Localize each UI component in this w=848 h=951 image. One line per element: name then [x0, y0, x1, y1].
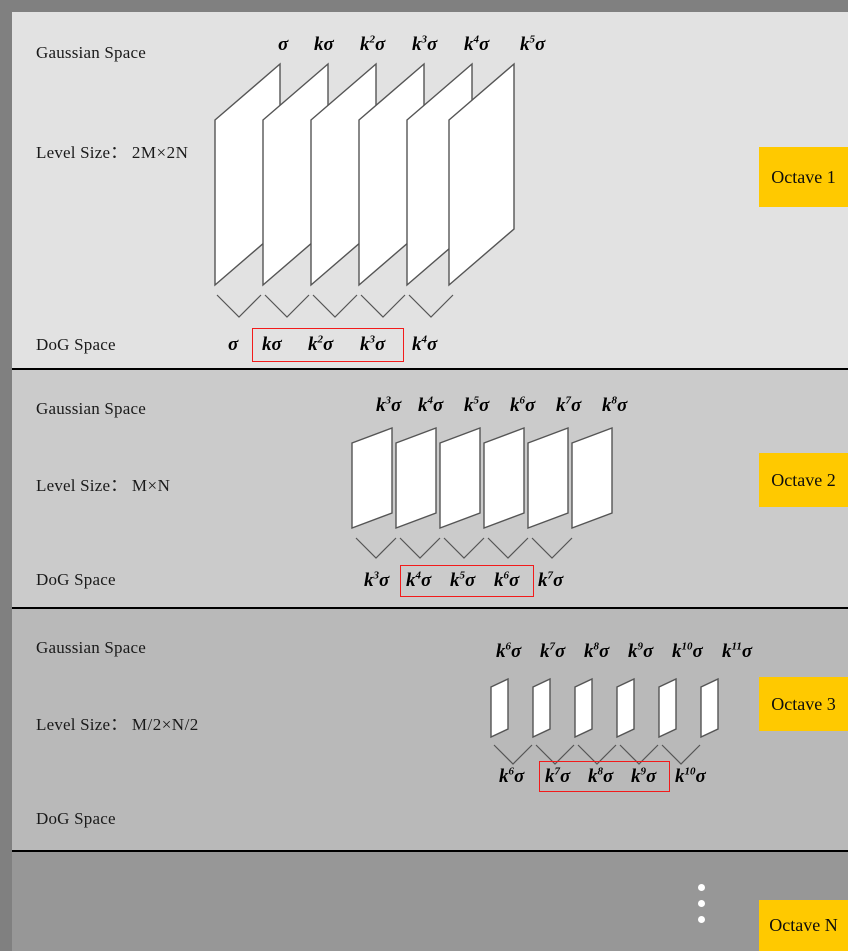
octave-2-gaussian-sigma-1: k4σ — [418, 394, 444, 416]
octave-2-dog-sigma-2: k5σ — [450, 569, 476, 591]
octave-3-tag[interactable]: Octave 3 — [759, 677, 848, 731]
octave-1-gaussian-sigma-5: k5σ — [520, 33, 546, 55]
octave-2-gaussian-sigma-3: k6σ — [510, 394, 536, 416]
octave-3-dog-sigma-1: k7σ — [545, 765, 571, 787]
octave-2-dog-sigma-1: k4σ — [406, 569, 432, 591]
octave-3-gaussian-sigma-5: k11σ — [722, 640, 753, 662]
octave-3-gaussian-space-label: Gaussian Space — [36, 638, 146, 657]
octave-1-dog-sigma-1: kσ — [262, 334, 282, 355]
octave-1-dog-sigma-3: k3σ — [360, 333, 386, 355]
octave-1-gaussian-sigma-2: k2σ — [360, 33, 386, 55]
octave-1-dog-sigma-0: σ — [228, 334, 239, 355]
level-size-prefix: Level Size： — [36, 715, 128, 734]
octave-3-level-size-label: Level Size： M/2×N/2 — [36, 710, 199, 735]
octave-3-dog-sigma-2: k8σ — [588, 765, 614, 787]
octave-1-gaussian-sigma-4: k4σ — [464, 33, 490, 55]
octave-1-level-size-value: 2M×2N — [131, 143, 189, 162]
octave-1-plane-stack — [214, 62, 515, 318]
octave-3-gaussian-sigma-1: k7σ — [540, 640, 566, 662]
octave-3-dog-space-label: DoG Space — [36, 809, 116, 828]
octave-1-gaussian-sigma-3: k3σ — [412, 33, 438, 55]
octave-3-dog-sigma-3: k9σ — [631, 765, 657, 787]
octave-1-band: Gaussian Space Level Size： 2M×2N DoG Spa… — [12, 12, 848, 370]
octave-1-level-size-label: Level Size： 2M×2N — [36, 138, 188, 163]
octave-3-dog-sigma-4: k10σ — [675, 765, 706, 787]
octave-n-band: Octave N — [12, 852, 848, 951]
octave-2-tag[interactable]: Octave 2 — [759, 453, 848, 507]
octave-3-dog-sigma-0: k6σ — [499, 765, 525, 787]
octave-2-gaussian-sigma-5: k8σ — [602, 394, 628, 416]
octave-2-level-size-label: Level Size： M×N — [36, 471, 170, 496]
octave-2-gaussian-sigma-2: k5σ — [464, 394, 490, 416]
octave-1-dog-sigma-2: k2σ — [308, 333, 334, 355]
octave-2-band: Gaussian Space Level Size： M×N DoG Space… — [12, 370, 848, 609]
octave-1-gaussian-sigma-0: σ — [278, 34, 289, 55]
octave-3-gaussian-sigma-3: k9σ — [628, 640, 654, 662]
octave-1-gaussian-space-label: Gaussian Space — [36, 43, 146, 62]
octave-1-dog-space-label: DoG Space — [36, 335, 116, 354]
octave-2-level-size-value: M×N — [131, 476, 171, 495]
level-size-prefix: Level Size： — [36, 143, 128, 162]
octave-2-gaussian-space-label: Gaussian Space — [36, 399, 146, 418]
octave-3-gaussian-sigma-2: k8σ — [584, 640, 610, 662]
vertical-ellipsis-icon — [698, 884, 705, 932]
octave-3-band: Gaussian Space Level Size： M/2×N/2 DoG S… — [12, 609, 848, 852]
octave-2-dog-sigma-3: k6σ — [494, 569, 520, 591]
octave-n-tag[interactable]: Octave N — [759, 900, 848, 951]
octave-3-level-size-value: M/2×N/2 — [131, 715, 199, 734]
octave-1-dog-sigma-4: k4σ — [412, 333, 438, 355]
octave-2-gaussian-sigma-4: k7σ — [556, 394, 582, 416]
octave-2-dog-space-label: DoG Space — [36, 570, 116, 589]
scale-space-figure: Gaussian Space Level Size： 2M×2N DoG Spa… — [0, 0, 848, 951]
octave-1-tag[interactable]: Octave 1 — [759, 147, 848, 207]
octave-1-gaussian-sigma-1: kσ — [314, 34, 334, 55]
octave-2-dog-sigma-4: k7σ — [538, 569, 564, 591]
level-size-prefix: Level Size： — [36, 476, 128, 495]
octave-3-gaussian-sigma-4: k10σ — [672, 640, 703, 662]
octave-3-gaussian-sigma-0: k6σ — [496, 640, 522, 662]
octave-2-gaussian-sigma-0: k3σ — [376, 394, 402, 416]
octave-2-dog-sigma-0: k3σ — [364, 569, 390, 591]
